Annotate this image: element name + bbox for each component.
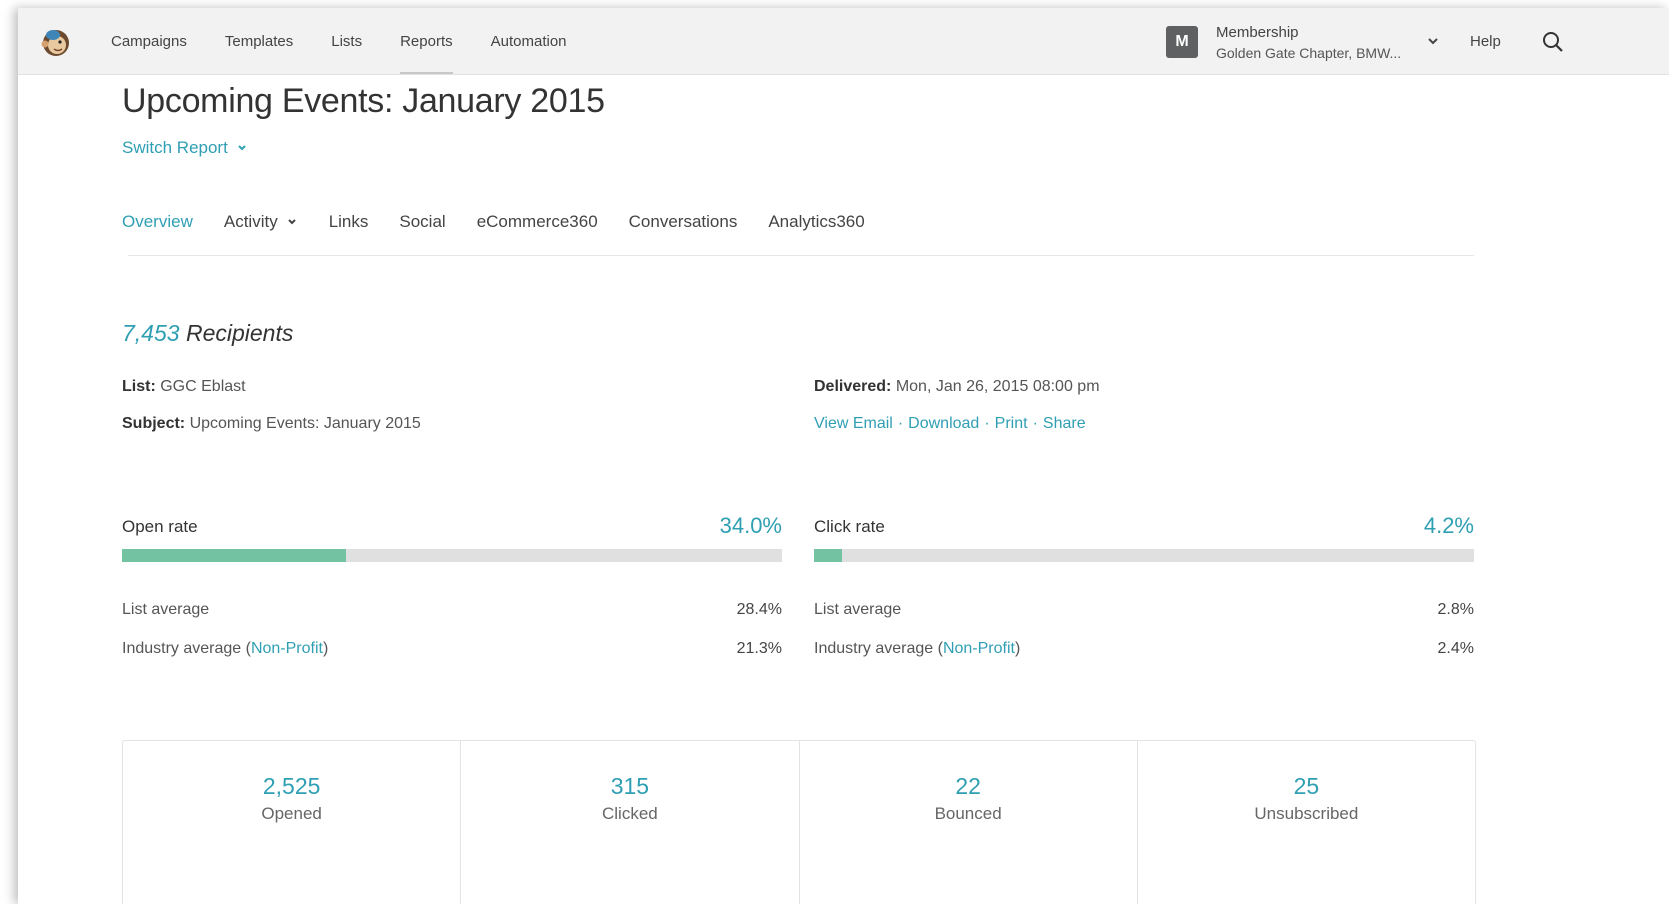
tab-links[interactable]: Links <box>329 212 369 232</box>
delivered-label: Delivered: <box>814 378 892 395</box>
open-rate-bar <box>122 549 782 562</box>
account-name[interactable]: Membership <box>1216 24 1299 41</box>
stat-label: Opened <box>261 804 322 823</box>
nav-campaigns[interactable]: Campaigns <box>111 8 187 74</box>
stat-bounced[interactable]: 22 Bounced <box>800 741 1138 904</box>
list-value: GGC Eblast <box>160 378 246 395</box>
tab-label: Links <box>328 212 369 231</box>
download-link[interactable]: Download <box>908 415 979 432</box>
click-list-average-label: List average <box>814 601 902 618</box>
stat-value: 315 <box>610 773 650 799</box>
tab-overview[interactable]: Overview <box>122 212 193 232</box>
recipients-label: Recipients <box>185 320 294 346</box>
chevron-down-icon[interactable] <box>1426 34 1440 48</box>
recipients-heading: 7,453 Recipients <box>122 320 293 347</box>
app-window: Campaigns Templates Lists Reports Automa… <box>18 8 1669 904</box>
delivered-info: Delivered: Mon, Jan 26, 2015 08:00 pm <box>814 378 1100 396</box>
tab-conversations[interactable]: Conversations <box>629 212 738 232</box>
search-icon[interactable] <box>1542 31 1564 53</box>
tab-analytics360[interactable]: Analytics360 <box>768 212 864 232</box>
tab-label: eCommerce360 <box>476 212 598 231</box>
industry-average-text: Industry average ( <box>814 640 943 657</box>
open-list-average-value: 28.4% <box>736 601 782 618</box>
industry-average-text: Industry average ( <box>122 640 251 657</box>
click-industry-average-value: 2.4% <box>1437 640 1474 657</box>
nav-lists[interactable]: Lists <box>331 8 362 74</box>
click-rate-bar <box>814 549 1474 562</box>
list-info: List: GGC Eblast <box>122 378 246 396</box>
page-title: Upcoming Events: January 2015 <box>122 82 605 120</box>
monkey-logo-icon[interactable] <box>40 26 72 58</box>
chevron-down-icon <box>238 145 246 151</box>
tab-ecommerce360[interactable]: eCommerce360 <box>477 212 598 232</box>
tabs-divider <box>128 255 1474 256</box>
click-list-average-value: 2.8% <box>1437 601 1474 618</box>
click-rate-value: 4.2% <box>1423 513 1474 538</box>
open-industry-average-value: 21.3% <box>736 640 782 657</box>
industry-non-profit-link[interactable]: Non-Profit <box>251 640 323 657</box>
stat-opened[interactable]: 2,525 Opened <box>123 741 462 904</box>
open-list-average-label: List average <box>122 601 210 618</box>
stat-label: Clicked <box>602 804 658 823</box>
subject-label: Subject: <box>122 415 186 432</box>
email-actions: View Email · Download · Print · Share <box>814 415 1086 432</box>
switch-report-label: Switch Report <box>122 138 228 157</box>
stat-label: Bounced <box>934 804 1002 823</box>
tab-label: Social <box>399 212 446 231</box>
view-email-link[interactable]: View Email <box>814 415 893 432</box>
report-tabs: Overview Activity Links Social eCommerce… <box>122 212 896 232</box>
stat-clicked[interactable]: 315 Clicked <box>461 741 800 904</box>
stat-value: 2,525 <box>262 773 321 799</box>
tab-activity[interactable]: Activity <box>224 212 298 232</box>
open-rate-bar-fill <box>122 549 347 562</box>
tab-social[interactable]: Social <box>399 212 445 232</box>
switch-report-dropdown[interactable]: Switch Report <box>122 138 248 158</box>
click-rate-label: Click rate <box>814 517 885 536</box>
recipients-count: 7,453 <box>122 320 180 346</box>
stat-unsubscribed[interactable]: 25 Unsubscribed <box>1138 741 1475 904</box>
nav-automation[interactable]: Automation <box>491 8 567 74</box>
subject-info: Subject: Upcoming Events: January 2015 <box>122 415 421 433</box>
tab-label: Analytics360 <box>768 212 865 231</box>
stat-value: 25 <box>1293 773 1320 799</box>
print-link[interactable]: Print <box>995 415 1028 432</box>
stats-panel: 2,525 Opened 315 Clicked 22 Bounced 25 U… <box>122 740 1476 904</box>
account-org[interactable]: Golden Gate Chapter, BMW... <box>1216 45 1421 61</box>
open-industry-average-label: Industry average (Non-Profit) <box>122 640 328 658</box>
chevron-down-icon <box>287 219 296 225</box>
account-avatar[interactable]: M <box>1166 26 1198 58</box>
share-link[interactable]: Share <box>1043 415 1086 432</box>
top-navigation-bar: Campaigns Templates Lists Reports Automa… <box>18 8 1669 75</box>
list-label: List: <box>122 378 156 395</box>
nav-reports[interactable]: Reports <box>400 8 453 74</box>
tab-label: Activity <box>223 212 278 231</box>
industry-close-paren: ) <box>1014 640 1021 657</box>
stat-value: 22 <box>955 773 981 799</box>
industry-close-paren: ) <box>322 640 329 657</box>
nav-templates[interactable]: Templates <box>225 8 293 74</box>
tab-label: Overview <box>122 212 193 231</box>
delivered-value: Mon, Jan 26, 2015 08:00 pm <box>895 378 1100 395</box>
tab-label: Conversations <box>628 212 738 231</box>
open-rate-value: 34.0% <box>719 513 782 538</box>
click-rate-bar-fill <box>814 549 842 562</box>
help-link[interactable]: Help <box>1470 33 1501 50</box>
open-rate-label: Open rate <box>122 517 198 536</box>
subject-value: Upcoming Events: January 2015 <box>189 415 421 432</box>
click-industry-average-label: Industry average (Non-Profit) <box>814 640 1020 658</box>
main-nav: Campaigns Templates Lists Reports Automa… <box>111 8 605 74</box>
stat-label: Unsubscribed <box>1254 804 1359 823</box>
industry-non-profit-link[interactable]: Non-Profit <box>943 640 1015 657</box>
